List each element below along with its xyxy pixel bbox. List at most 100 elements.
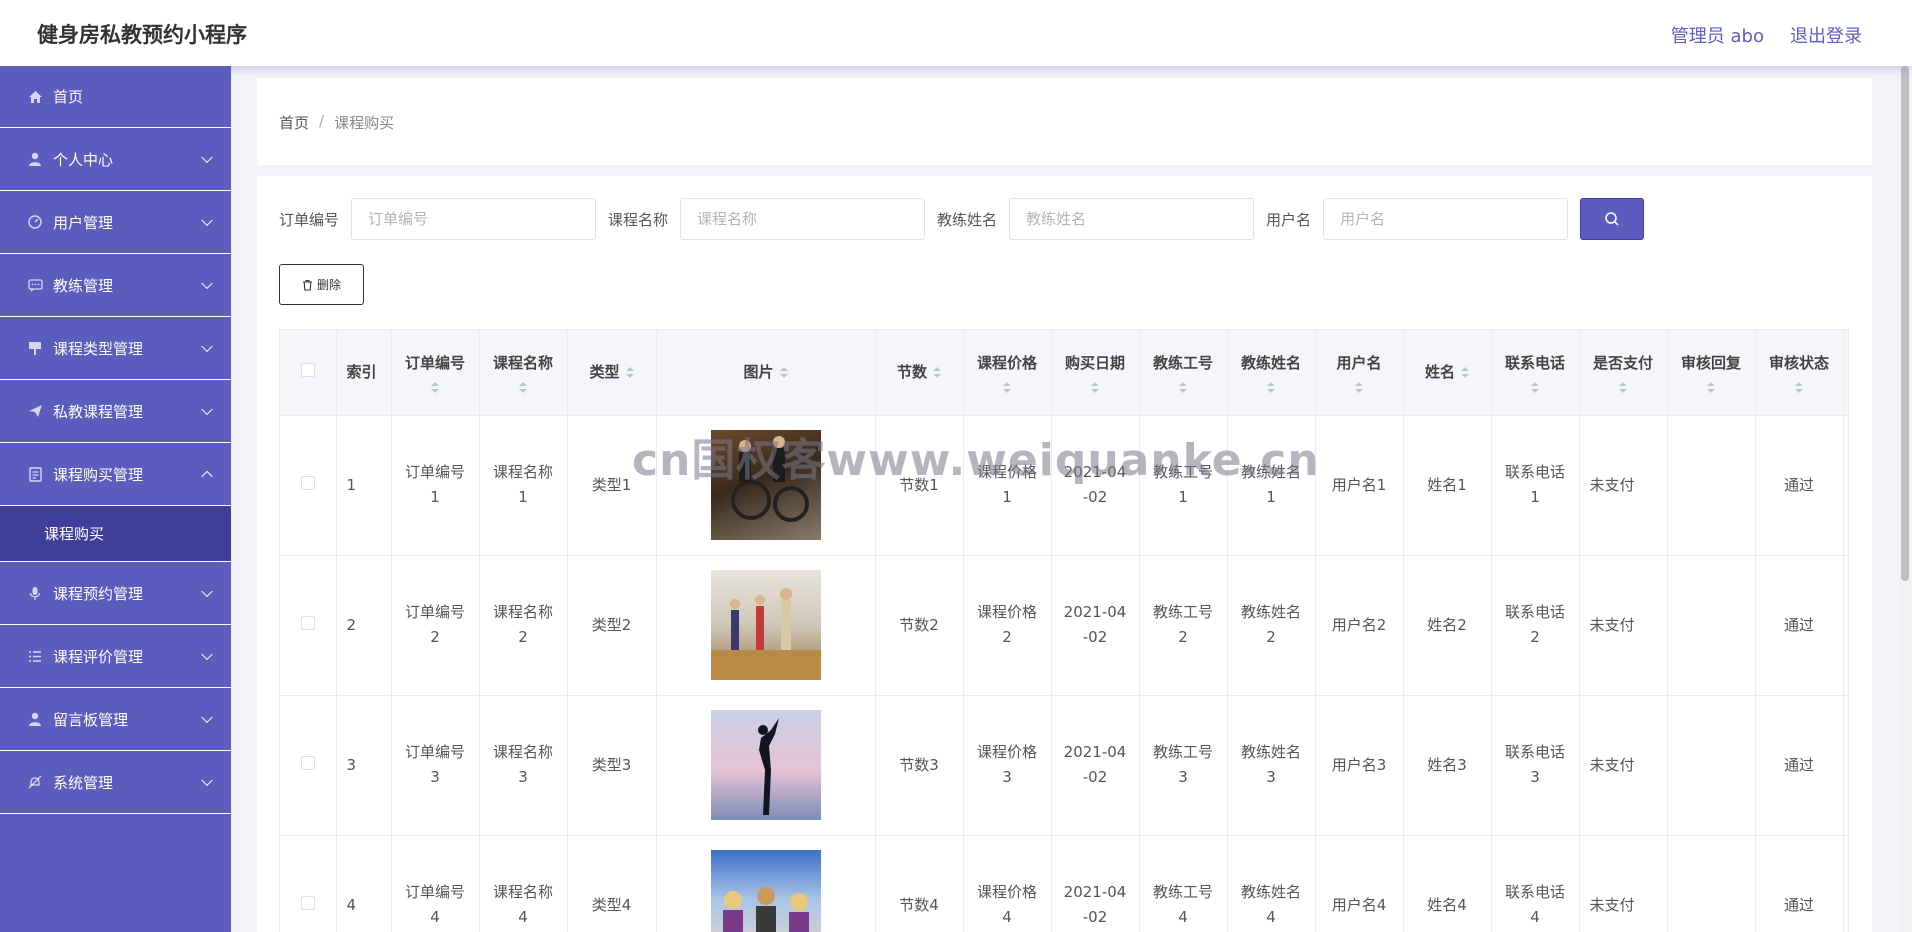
sidebar-item-label: 课程预约管理 bbox=[53, 584, 144, 603]
cell-order-no: 订单编号3 bbox=[391, 695, 480, 836]
table-row: 4 订单编号4 课程名称4 类型4 节数4 课程价格4 2021-04-02 教… bbox=[280, 835, 1848, 932]
course-image[interactable] bbox=[710, 850, 821, 932]
course-image[interactable] bbox=[710, 430, 821, 540]
search-form: 订单编号 课程名称 教练姓名 用户名 bbox=[279, 198, 1645, 240]
main-card: 订单编号 课程名称 教练姓名 用户名 删除 索引 订 bbox=[257, 176, 1872, 932]
scrollbar-thumb[interactable] bbox=[1901, 66, 1909, 581]
chevron-down-icon bbox=[201, 340, 213, 353]
breadcrumb-home[interactable]: 首页 bbox=[279, 112, 309, 133]
column-header-label: 教练姓名 bbox=[1240, 354, 1301, 373]
cell-reply bbox=[1667, 695, 1756, 836]
column-header[interactable]: 用户名 bbox=[1315, 330, 1404, 416]
cell-date: 2021-04-02 bbox=[1051, 695, 1140, 836]
sort-caret-icon[interactable] bbox=[1461, 366, 1469, 378]
sort-caret-icon[interactable] bbox=[431, 382, 439, 394]
sort-caret-icon[interactable] bbox=[1619, 382, 1627, 394]
sidebar-item-course-purchase-management[interactable]: 课程购买管理 bbox=[0, 443, 231, 506]
username-label: 用户名 bbox=[1266, 210, 1312, 229]
row-checkbox[interactable] bbox=[300, 895, 315, 910]
column-header-label: 节数 bbox=[896, 362, 927, 381]
column-header[interactable]: 订单编号 bbox=[391, 330, 480, 416]
sort-caret-icon[interactable] bbox=[1795, 382, 1803, 394]
cell-course-name: 课程名称1 bbox=[479, 415, 568, 556]
sort-caret-icon[interactable] bbox=[779, 366, 788, 378]
sidebar-item-course-type-management[interactable]: 课程类型管理 bbox=[0, 317, 231, 380]
cell-paid: 未支付 bbox=[1579, 695, 1668, 836]
cell-index: 3 bbox=[336, 695, 392, 836]
cell-name: 姓名1 bbox=[1403, 415, 1492, 556]
sidebar-item-system-management[interactable]: 系统管理 bbox=[0, 751, 231, 814]
cell-phone: 联系电话4 bbox=[1491, 835, 1580, 932]
sort-caret-icon[interactable] bbox=[1267, 382, 1275, 394]
column-header[interactable]: 课程名称 bbox=[479, 330, 568, 416]
course-image[interactable] bbox=[710, 710, 821, 820]
column-header[interactable]: 教练姓名 bbox=[1227, 330, 1316, 416]
sort-caret-icon[interactable] bbox=[1355, 382, 1363, 394]
sort-caret-icon[interactable] bbox=[1179, 382, 1187, 394]
column-header-label: 订单编号 bbox=[404, 354, 465, 373]
coach-name-input[interactable] bbox=[1009, 198, 1255, 240]
course-name-input[interactable] bbox=[680, 198, 926, 240]
cell-order-no: 订单编号4 bbox=[391, 835, 480, 932]
page-scrollbar[interactable] bbox=[1900, 66, 1910, 932]
chevron-down-icon bbox=[201, 277, 213, 290]
sidebar-item-message-board-management[interactable]: 留言板管理 bbox=[0, 688, 231, 751]
column-header[interactable]: 审核回复 bbox=[1667, 330, 1756, 416]
sort-caret-icon[interactable] bbox=[1707, 382, 1715, 394]
row-checkbox[interactable] bbox=[300, 615, 315, 630]
column-header[interactable]: 审核状态 bbox=[1755, 330, 1844, 416]
table-row: 3 订单编号3 课程名称3 类型3 节数3 课程价格3 2021-04-02 教… bbox=[280, 695, 1848, 836]
sort-caret-icon[interactable] bbox=[1003, 382, 1011, 394]
sidebar-item-course-booking-management[interactable]: 课程预约管理 bbox=[0, 562, 231, 625]
sort-caret-icon[interactable] bbox=[1091, 382, 1099, 394]
cell-coach-name: 教练姓名3 bbox=[1227, 695, 1316, 836]
column-header[interactable]: 教练工号 bbox=[1139, 330, 1228, 416]
column-header[interactable]: 购买日期 bbox=[1051, 330, 1140, 416]
cell-course-name: 课程名称3 bbox=[479, 695, 568, 836]
logout-link[interactable]: 退出登录 bbox=[1790, 22, 1862, 48]
cell-date: 2021-04-02 bbox=[1051, 555, 1140, 696]
cell-course-name: 课程名称2 bbox=[479, 555, 568, 696]
cell-sessions: 节数1 bbox=[875, 415, 964, 556]
username-input[interactable] bbox=[1323, 198, 1569, 240]
cell-sessions: 节数2 bbox=[875, 555, 964, 696]
select-all-checkbox[interactable] bbox=[300, 362, 315, 377]
admin-user-label[interactable]: 管理员 abo bbox=[1671, 22, 1764, 48]
course-image[interactable] bbox=[710, 570, 821, 680]
sort-caret-icon[interactable] bbox=[625, 366, 634, 378]
column-header-label: 类型 bbox=[589, 362, 620, 381]
search-button[interactable] bbox=[1580, 198, 1645, 240]
sidebar-item-user-management[interactable]: 用户管理 bbox=[0, 191, 231, 254]
column-header[interactable]: 课程价格 bbox=[963, 330, 1052, 416]
sort-caret-icon[interactable] bbox=[519, 382, 527, 394]
cell-edge bbox=[1843, 695, 1848, 836]
sidebar-item-label: 个人中心 bbox=[53, 150, 114, 169]
row-checkbox[interactable] bbox=[300, 755, 315, 770]
column-header[interactable]: 类型 bbox=[567, 330, 657, 416]
sidebar-item-coach-management[interactable]: 教练管理 bbox=[0, 254, 231, 317]
sidebar-item-label: 留言板管理 bbox=[53, 710, 129, 729]
cell-edge bbox=[1843, 835, 1848, 932]
sidebar-item-home[interactable]: 首页 bbox=[0, 66, 231, 128]
column-header-label: 图片 bbox=[743, 362, 774, 381]
column-header[interactable]: 联系电话 bbox=[1491, 330, 1580, 416]
cell-date: 2021-04-02 bbox=[1051, 415, 1140, 556]
column-header[interactable]: 图片 bbox=[656, 330, 876, 416]
chevron-down-icon bbox=[201, 648, 213, 661]
cell-index: 2 bbox=[336, 555, 392, 696]
row-checkbox[interactable] bbox=[300, 475, 315, 490]
column-header[interactable]: 姓名 bbox=[1403, 330, 1492, 416]
sidebar-item-label: 用户管理 bbox=[53, 213, 114, 232]
sidebar-item-private-course-management[interactable]: 私教课程管理 bbox=[0, 380, 231, 443]
sidebar-subitem-course-purchase[interactable]: 课程购买 bbox=[0, 506, 231, 562]
column-header[interactable]: 节数 bbox=[875, 330, 964, 416]
sort-caret-icon[interactable] bbox=[1531, 382, 1539, 394]
delete-button[interactable]: 删除 bbox=[279, 264, 364, 305]
order-no-input[interactable] bbox=[351, 198, 597, 240]
column-header-label: 是否支付 bbox=[1592, 354, 1653, 373]
cell-status: 通过 bbox=[1755, 695, 1844, 836]
sort-caret-icon[interactable] bbox=[933, 366, 941, 378]
column-header[interactable]: 是否支付 bbox=[1579, 330, 1668, 416]
sidebar-item-personal-center[interactable]: 个人中心 bbox=[0, 128, 231, 191]
sidebar-item-course-review-management[interactable]: 课程评价管理 bbox=[0, 625, 231, 688]
